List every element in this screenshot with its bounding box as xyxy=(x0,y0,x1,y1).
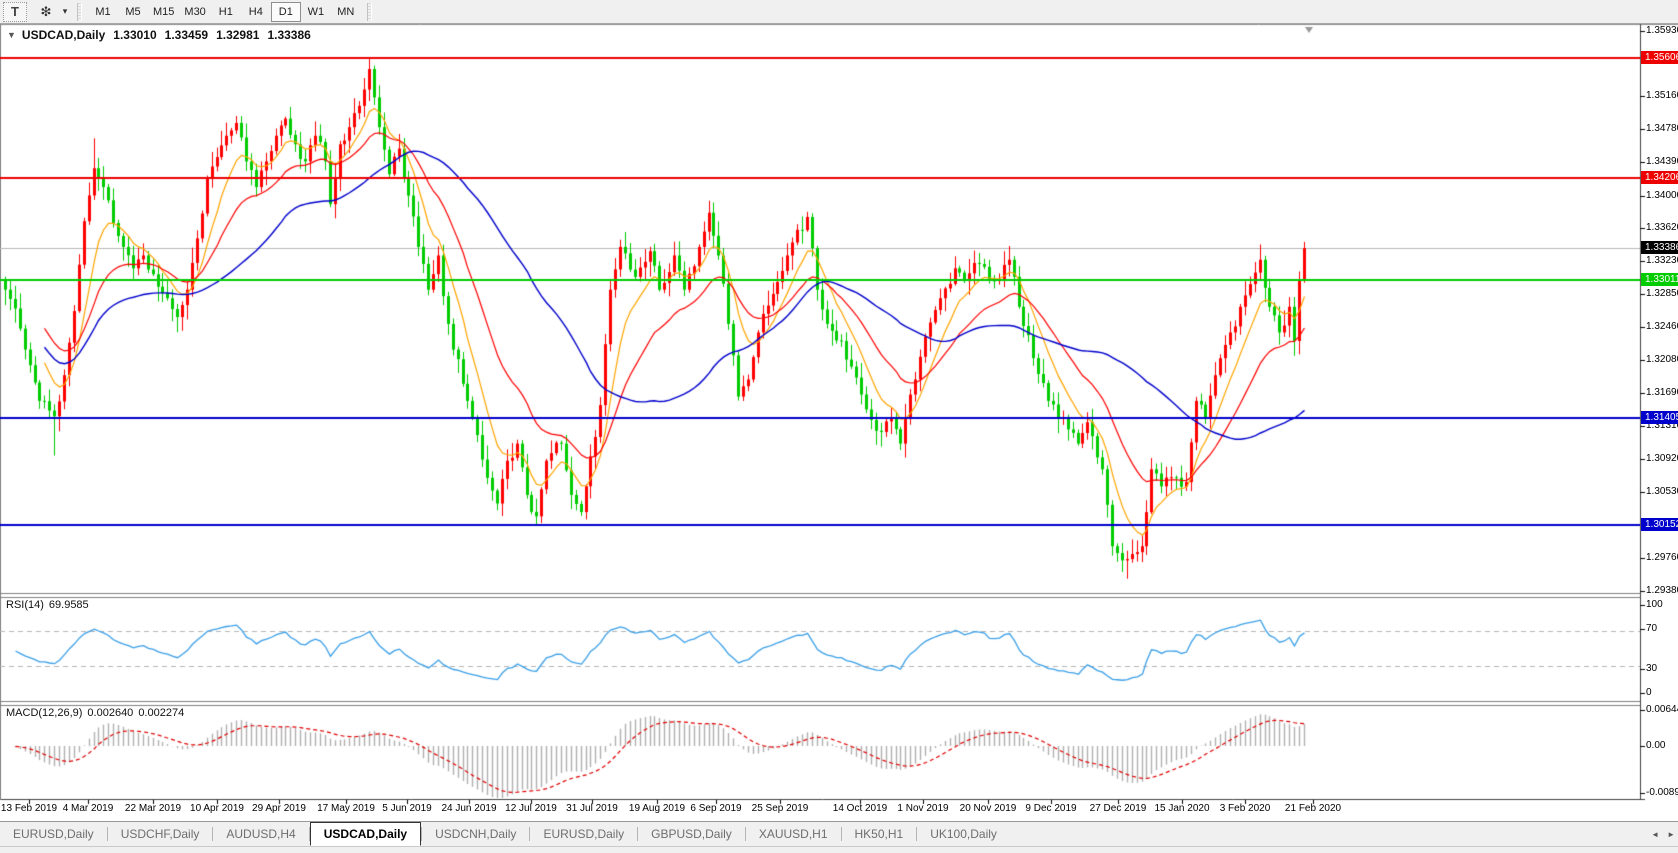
price-tick-label: 1.34000 xyxy=(1646,190,1678,201)
symbol-dropdown-icon[interactable]: ▼ xyxy=(7,30,16,40)
timeframe-button-m5[interactable]: M5 xyxy=(118,2,148,22)
rsi-name: RSI(14) xyxy=(6,599,44,611)
price-tick-label: 1.29380 xyxy=(1646,585,1678,596)
price-tick-label: 1.35160 xyxy=(1646,90,1678,101)
toolbar-grip xyxy=(77,3,82,21)
chart-tab-usdchf-daily[interactable]: USDCHF,Daily xyxy=(108,822,213,846)
price-tick-label: 1.34390 xyxy=(1646,156,1678,167)
indicator-tick-label: 100 xyxy=(1646,599,1663,610)
date-tick-label: 20 Nov 2019 xyxy=(960,803,1017,814)
macd-signal-value: 0.002274 xyxy=(138,707,184,719)
chart-canvas[interactable] xyxy=(0,0,1678,853)
toolbar-grip xyxy=(367,3,372,21)
price-tick-label: 1.32460 xyxy=(1646,321,1678,332)
tab-scroll-right-icon[interactable]: ► xyxy=(1667,830,1675,839)
chart-header: ▼ USDCAD,Daily 1.33010 1.33459 1.32981 1… xyxy=(7,28,311,42)
date-tick-label: 6 Sep 2019 xyxy=(690,803,741,814)
macd-name: MACD(12,26,9) xyxy=(6,707,82,719)
date-tick-label: 3 Feb 2020 xyxy=(1220,803,1271,814)
date-tick-label: 29 Apr 2019 xyxy=(252,803,306,814)
macd-main-value: 0.002640 xyxy=(87,707,133,719)
date-tick-label: 21 Feb 2020 xyxy=(1285,803,1341,814)
date-tick-label: 17 May 2019 xyxy=(317,803,375,814)
price-level-badge: 1.30152 xyxy=(1641,518,1678,531)
chart-tab-xauusd-h1[interactable]: XAUUSD,H1 xyxy=(746,822,841,846)
date-tick-label: 19 Aug 2019 xyxy=(629,803,685,814)
macd-indicator-label: MACD(12,26,9) 0.002640 0.002274 xyxy=(6,707,184,719)
ohlc-open: 1.33010 xyxy=(113,28,156,42)
chevron-down-icon[interactable]: ▾ xyxy=(59,2,71,22)
chart-style-icon[interactable]: ❇ xyxy=(33,2,59,22)
chart-tab-gbpusd-daily[interactable]: GBPUSD,Daily xyxy=(638,822,745,846)
price-tick-label: 1.30920 xyxy=(1646,453,1678,464)
date-tick-label: 27 Dec 2019 xyxy=(1090,803,1147,814)
price-level-badge: 1.33386 xyxy=(1641,241,1678,254)
date-tick-label: 22 Mar 2019 xyxy=(125,803,181,814)
indicator-tick-label: -0.00898 xyxy=(1646,787,1678,798)
chart-tab-usdcnh-daily[interactable]: USDCNH,Daily xyxy=(422,822,529,846)
price-level-badge: 1.33011 xyxy=(1641,273,1678,286)
timeframe-button-mn[interactable]: MN xyxy=(331,2,361,22)
indicator-tick-label: 0.006448 xyxy=(1646,704,1678,715)
date-tick-label: 24 Jun 2019 xyxy=(441,803,496,814)
text-tool-button[interactable]: T xyxy=(3,2,27,22)
tab-scroll-controls: ◄ ► xyxy=(1651,822,1675,847)
chart-tab-hk50-h1[interactable]: HK50,H1 xyxy=(842,822,917,846)
symbol-tab-bar: EURUSD,DailyUSDCHF,DailyAUDUSD,H4USDCAD,… xyxy=(0,821,1678,846)
price-tick-label: 1.32080 xyxy=(1646,354,1678,365)
date-tick-label: 4 Mar 2019 xyxy=(63,803,114,814)
timeframe-button-m15[interactable]: M15 xyxy=(148,2,179,22)
timeframe-button-w1[interactable]: W1 xyxy=(301,2,331,22)
date-tick-label: 31 Jul 2019 xyxy=(566,803,618,814)
timeframe-button-m30[interactable]: M30 xyxy=(179,2,210,22)
indicator-tick-label: 0 xyxy=(1646,687,1652,698)
chart-symbol-period: USDCAD,Daily xyxy=(22,28,105,42)
date-tick-label: 1 Nov 2019 xyxy=(897,803,948,814)
price-tick-label: 1.31690 xyxy=(1646,387,1678,398)
indicator-tick-label: 0.00 xyxy=(1646,740,1665,751)
date-tick-label: 25 Sep 2019 xyxy=(752,803,809,814)
timeframe-button-h1[interactable]: H1 xyxy=(211,2,241,22)
ohlc-low: 1.32981 xyxy=(216,28,259,42)
chart-tab-audusd-h4[interactable]: AUDUSD,H4 xyxy=(213,822,308,846)
rsi-value: 69.9585 xyxy=(49,599,89,611)
timeframe-button-m1[interactable]: M1 xyxy=(88,2,118,22)
date-tick-label: 14 Oct 2019 xyxy=(833,803,887,814)
price-tick-label: 1.33230 xyxy=(1646,255,1678,266)
tab-scroll-left-icon[interactable]: ◄ xyxy=(1651,830,1659,839)
toolbar: T ❇ ▾ M1 M5 M15 M30 H1 H4 D1 W1 MN xyxy=(0,0,1678,24)
ohlc-close: 1.33386 xyxy=(267,28,310,42)
date-tick-label: 5 Jun 2019 xyxy=(382,803,432,814)
price-tick-label: 1.33620 xyxy=(1646,222,1678,233)
price-tick-label: 1.32850 xyxy=(1646,288,1678,299)
ohlc-high: 1.33459 xyxy=(165,28,208,42)
chart-tab-eurusd-daily[interactable]: EURUSD,Daily xyxy=(530,822,637,846)
terminal-window: T ❇ ▾ M1 M5 M15 M30 H1 H4 D1 W1 MN ▼ USD… xyxy=(0,0,1678,853)
chart-tab-eurusd-daily[interactable]: EURUSD,Daily xyxy=(0,822,107,846)
date-tick-label: 9 Dec 2019 xyxy=(1025,803,1076,814)
rsi-indicator-label: RSI(14) 69.9585 xyxy=(6,599,89,611)
date-tick-label: 10 Apr 2019 xyxy=(190,803,244,814)
date-tick-label: 13 Feb 2019 xyxy=(1,803,57,814)
price-tick-label: 1.29760 xyxy=(1646,552,1678,563)
timeframe-button-h4[interactable]: H4 xyxy=(241,2,271,22)
date-tick-label: 12 Jul 2019 xyxy=(505,803,557,814)
price-tick-label: 1.34780 xyxy=(1646,123,1678,134)
status-strip xyxy=(0,846,1678,853)
price-level-badge: 1.31405 xyxy=(1641,411,1678,424)
indicator-tick-label: 70 xyxy=(1646,623,1657,634)
price-level-badge: 1.34206 xyxy=(1641,171,1678,184)
price-level-badge: 1.35606 xyxy=(1641,51,1678,64)
timeframe-button-d1[interactable]: D1 xyxy=(271,2,301,22)
chart-tab-uk100-daily[interactable]: UK100,Daily xyxy=(917,822,1010,846)
indicator-tick-label: 30 xyxy=(1646,663,1657,674)
chart-tab-usdcad-daily[interactable]: USDCAD,Daily xyxy=(310,822,421,846)
price-tick-label: 1.35930 xyxy=(1646,25,1678,36)
price-tick-label: 1.30530 xyxy=(1646,486,1678,497)
date-tick-label: 15 Jan 2020 xyxy=(1154,803,1209,814)
